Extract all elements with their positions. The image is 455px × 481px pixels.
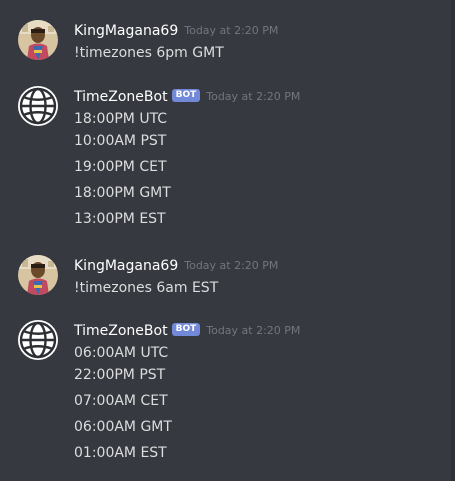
bot-badge: BOT <box>171 89 201 102</box>
message-line: 06:00AM GMT <box>74 419 172 435</box>
message-line: !timezones 6am EST <box>74 280 219 296</box>
message-content: KingMagana69 Today at 2:20 PM !timezones … <box>74 20 448 64</box>
bot-avatar[interactable] <box>18 86 58 126</box>
user-avatar[interactable] <box>18 20 58 60</box>
message-line: 10:00AM PST <box>74 133 167 149</box>
message-line: 18:00PM UTC <box>74 111 168 127</box>
message-header: TimeZoneBot BOT Today at 2:20 PM <box>74 86 448 106</box>
message-author[interactable]: TimeZoneBot <box>74 323 168 339</box>
message-line: 22:00PM PST <box>74 367 166 383</box>
message-header: TimeZoneBot BOT Today at 2:20 PM <box>74 320 448 340</box>
message-author[interactable]: KingMagana69 <box>74 258 178 274</box>
message-line: 19:00PM CET <box>74 159 167 175</box>
message-content: KingMagana69 Today at 2:20 PM !timezones … <box>74 255 448 299</box>
message-body: 06:00AM UTC 22:00PM PST 07:00AM CET 06:0… <box>74 342 448 468</box>
message-timestamp[interactable]: Today at 2:20 PM <box>206 324 300 337</box>
message-author[interactable]: KingMagana69 <box>74 23 178 39</box>
message-header: KingMagana69 Today at 2:20 PM <box>74 255 448 275</box>
message-body: !timezones 6pm GMT <box>74 42 448 64</box>
globe-icon <box>18 320 58 360</box>
message-body: !timezones 6am EST <box>74 277 448 299</box>
message-line: 06:00AM UTC <box>74 345 169 361</box>
user-avatar-photo <box>18 255 58 295</box>
message-body: 18:00PM UTC 10:00AM PST 19:00PM CET 18:0… <box>74 108 448 234</box>
message-timestamp[interactable]: Today at 2:20 PM <box>206 90 300 103</box>
message-timestamp[interactable]: Today at 2:20 PM <box>184 24 278 37</box>
message-line: !timezones 6pm GMT <box>74 45 224 61</box>
bot-badge: BOT <box>171 323 201 336</box>
message-line: 18:00PM GMT <box>74 185 171 201</box>
message-line: 07:00AM CET <box>74 393 168 409</box>
bot-avatar[interactable] <box>18 320 58 360</box>
message-content: TimeZoneBot BOT Today at 2:20 PM 06:00AM U… <box>74 320 448 468</box>
message-author[interactable]: TimeZoneBot <box>74 89 168 105</box>
scrollbar-track[interactable] <box>451 0 455 481</box>
user-avatar[interactable] <box>18 255 58 295</box>
globe-icon <box>18 86 58 126</box>
message-line: 01:00AM EST <box>74 445 167 461</box>
user-avatar-photo <box>18 20 58 60</box>
message-header: KingMagana69 Today at 2:20 PM <box>74 20 448 40</box>
message-timestamp[interactable]: Today at 2:20 PM <box>184 259 278 272</box>
message-content: TimeZoneBot BOT Today at 2:20 PM 18:00PM U… <box>74 86 448 234</box>
message-line: 13:00PM EST <box>74 211 166 227</box>
